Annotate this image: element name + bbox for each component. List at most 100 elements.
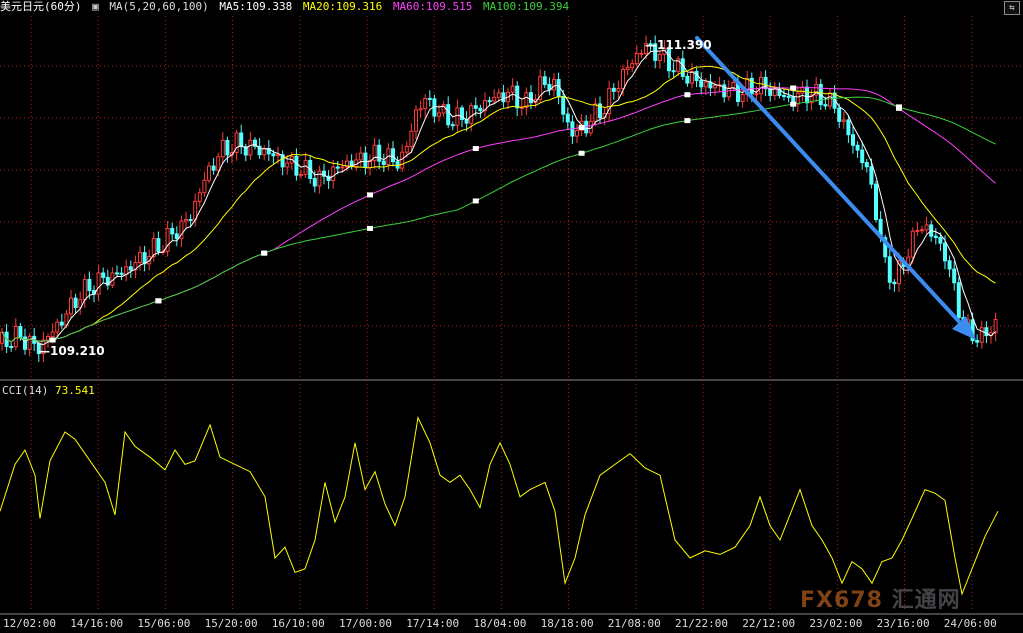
- candle-body: [713, 84, 717, 89]
- candle-body: [156, 238, 161, 253]
- candle-body: [197, 192, 202, 202]
- candle-body: [616, 88, 621, 92]
- ma-marker: [155, 298, 162, 304]
- x-tick-label: 15/06:00: [137, 617, 191, 630]
- candle-body: [276, 154, 280, 157]
- candle-body: [82, 278, 87, 301]
- candle-body: [202, 179, 207, 194]
- ma-marker: [261, 250, 268, 256]
- candle-body: [404, 145, 409, 153]
- candle-body: [933, 235, 938, 238]
- candle-body: [726, 87, 731, 98]
- candle-body: [630, 63, 635, 69]
- candle-body: [239, 132, 244, 148]
- candle-body: [220, 139, 225, 158]
- candle-body: [869, 166, 874, 185]
- candle-body: [956, 282, 961, 319]
- price-annotations: —111.390 —109.210: [38, 38, 712, 358]
- ma-marker: [367, 225, 373, 231]
- x-tick-label: 17/00:00: [339, 617, 392, 630]
- x-tick-label: 24/06:00: [943, 617, 997, 630]
- candle-body: [469, 105, 474, 124]
- candle-body: [657, 53, 662, 61]
- candle-body: [639, 52, 644, 55]
- ma-marker: [684, 92, 691, 98]
- candle-body: [69, 297, 73, 315]
- maximize-icon[interactable]: ⇆: [1004, 1, 1020, 15]
- candle-body: [952, 268, 957, 284]
- candle-body: [855, 144, 860, 151]
- x-tick-label: 23/02:00: [809, 617, 863, 630]
- candle-body: [565, 113, 570, 123]
- candle-body: [225, 139, 230, 156]
- ma-marker: [472, 146, 479, 152]
- candle-body: [621, 68, 625, 90]
- candle-body: [13, 326, 18, 348]
- candle-body: [501, 92, 506, 103]
- candle-body: [207, 165, 211, 181]
- candle-body: [846, 119, 851, 136]
- x-tick-label: 21/08:00: [607, 617, 661, 630]
- candle-body: [924, 224, 929, 231]
- candle-body: [115, 272, 119, 275]
- candle-body: [450, 124, 455, 127]
- candle-body: [285, 162, 290, 168]
- candle-body: [170, 227, 175, 235]
- candle-body: [188, 219, 193, 222]
- candle-body: [446, 104, 451, 126]
- watermark: FX678 汇通网: [800, 582, 961, 614]
- price-annotation: —109.210: [38, 344, 105, 358]
- chart-header: 美元日元(60分) ▣ MA(5,20,60,100) MA5:109.338 …: [0, 0, 573, 14]
- cci-value: 73.541: [54, 384, 95, 397]
- candle-body: [381, 160, 386, 166]
- candle-body: [418, 108, 423, 111]
- x-tick-label: 12/02:00: [3, 617, 56, 630]
- watermark-logo-text: FX678: [800, 588, 883, 613]
- candle-body: [887, 256, 892, 283]
- x-tick-label: 18/18:00: [540, 617, 594, 630]
- candle-body: [487, 100, 492, 103]
- ma-params: MA(5,20,60,100): [109, 0, 209, 13]
- candle-body: [9, 346, 14, 349]
- candle-body: [87, 278, 92, 292]
- candle-body: [759, 76, 763, 95]
- candle-body: [101, 272, 106, 278]
- candle-body: [561, 96, 566, 115]
- candle-body: [128, 266, 133, 271]
- candle-body: [184, 219, 188, 222]
- candle-body: [795, 92, 800, 105]
- candle-body: [331, 166, 336, 182]
- candle-body: [975, 340, 980, 343]
- forex-chart: —111.390 —109.210: [0, 16, 1023, 615]
- x-tick-label: 16/10:00: [271, 617, 325, 630]
- candle-body: [685, 75, 690, 84]
- ma5-value: MA5:109.338: [219, 0, 293, 13]
- x-tick-label: 18/04:00: [473, 617, 527, 630]
- candle-body: [473, 105, 478, 109]
- ma-marker: [49, 337, 56, 343]
- candle-body: [271, 153, 276, 157]
- candle-body: [96, 272, 101, 295]
- candle-body: [542, 76, 547, 85]
- symbol-title: 美元日元(60分): [0, 0, 82, 13]
- candle-body: [864, 162, 869, 168]
- candle-body: [786, 95, 791, 98]
- candle-body: [138, 252, 142, 263]
- grid-lines: [0, 16, 1023, 615]
- candle-body: [59, 321, 64, 326]
- ma-marker: [684, 118, 691, 124]
- candle-body: [409, 130, 414, 147]
- candle-body: [671, 70, 676, 73]
- candle-body: [947, 260, 952, 270]
- candle-body: [496, 92, 501, 98]
- watermark-site-text: 汇通网: [891, 588, 961, 613]
- candle-body: [165, 227, 170, 252]
- candle-body: [841, 119, 846, 122]
- candle-body: [299, 173, 303, 176]
- candle-body: [312, 177, 317, 187]
- candle-body: [437, 112, 441, 117]
- candle-body: [823, 104, 828, 107]
- price-annotation: —111.390: [645, 38, 712, 52]
- ma-marker: [790, 101, 797, 107]
- candle-body: [828, 92, 832, 107]
